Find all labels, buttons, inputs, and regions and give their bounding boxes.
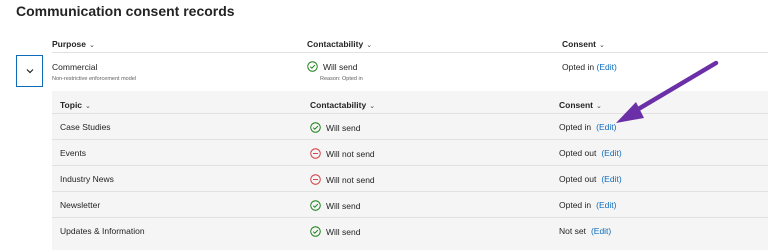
table-row[interactable]: Newsletter Will send Opted in (Edit) [52, 191, 768, 217]
column-header-consent-label: Consent [562, 39, 596, 49]
sort-chevron-icon: ⌄ [599, 42, 605, 49]
column-header-purpose[interactable]: Purpose ⌄ [52, 39, 95, 49]
column-header-contactability-label: Contactability [310, 100, 367, 110]
topic-name: Updates & Information [60, 226, 145, 236]
edit-consent-link[interactable]: (Edit) [601, 174, 621, 184]
purpose-consent: Opted in (Edit) [562, 62, 617, 72]
topic-consent-status: Opted out [559, 148, 597, 158]
topic-contactability: Will send [310, 122, 360, 133]
topic-contactability-label: Will send [326, 226, 361, 237]
purpose-contactability-label: Will send [323, 61, 358, 72]
sort-chevron-icon: ⌄ [85, 103, 91, 110]
sort-chevron-icon: ⌄ [89, 42, 95, 49]
purpose-contactability: Will send [307, 61, 357, 72]
table-row[interactable]: Industry News Will not send Opted out (E… [52, 165, 768, 191]
column-header-topic[interactable]: Topic ⌄ [60, 100, 91, 110]
sort-chevron-icon: ⌄ [369, 103, 376, 110]
expand-row-button[interactable] [16, 55, 43, 87]
topic-contactability: Will not send [310, 148, 375, 159]
topic-contactability-label: Will send [326, 200, 361, 211]
column-header-contactability[interactable]: Contactability ⌄ [307, 39, 372, 49]
column-header-topic-label: Topic [60, 100, 83, 110]
topic-consent: Opted out (Edit) [559, 174, 622, 184]
topic-name: Newsletter [60, 200, 101, 210]
page-title: Communication consent records [16, 3, 235, 19]
table-row[interactable]: Events Will not send Opted out (Edit) [52, 139, 768, 165]
topic-consent: Not set (Edit) [559, 226, 611, 236]
minus-circle-icon [310, 148, 321, 159]
edit-consent-link[interactable]: (Edit) [597, 62, 617, 72]
column-header-contactability[interactable]: Contactability ⌄ [310, 100, 375, 110]
topic-contactability: Will send [310, 226, 360, 237]
chevron-down-icon [26, 69, 33, 74]
topic-consent-status: Not set [559, 226, 586, 236]
topic-consent-status: Opted in [559, 200, 592, 210]
topic-contactability: Will not send [310, 174, 375, 185]
sort-chevron-icon: ⌄ [366, 42, 373, 49]
edit-consent-link[interactable]: (Edit) [596, 122, 616, 132]
edit-consent-link[interactable]: (Edit) [591, 226, 611, 236]
table-row[interactable]: Updates & Information Will send Not set … [52, 217, 768, 243]
topic-consent: Opted in (Edit) [559, 200, 616, 210]
topic-consent: Opted in (Edit) [559, 122, 616, 132]
topic-name: Industry News [60, 174, 114, 184]
topic-consent: Opted out (Edit) [559, 148, 622, 158]
check-circle-icon [310, 122, 321, 133]
column-header-consent-label: Consent [559, 100, 593, 110]
purpose-name: Commercial [52, 62, 98, 72]
column-header-contactability-label: Contactability [307, 39, 364, 49]
topic-consent-status: Opted out [559, 174, 597, 184]
check-circle-icon [310, 200, 321, 211]
topic-name: Events [60, 148, 86, 158]
topic-contactability-label: Will not send [326, 174, 375, 185]
column-header-consent[interactable]: Consent ⌄ [559, 100, 602, 110]
topic-contactability-label: Will send [326, 122, 361, 133]
topic-name: Case Studies [60, 122, 111, 132]
sort-chevron-icon: ⌄ [596, 103, 602, 110]
column-header-consent[interactable]: Consent ⌄ [562, 39, 605, 49]
topics-panel: Topic ⌄ Contactability ⌄ Consent ⌄ Case Stu… [52, 91, 768, 250]
purpose-subtitle: Non-restrictive enforcement model [52, 76, 137, 82]
purpose-reason: Reason: Opted in [320, 76, 363, 82]
edit-consent-link[interactable]: (Edit) [596, 200, 616, 210]
header-divider [52, 52, 768, 53]
topic-contactability-label: Will not send [326, 148, 375, 159]
purpose-consent-status: Opted in [562, 62, 595, 72]
table-row[interactable]: Case Studies Will send Opted in (Edit) [52, 113, 768, 139]
edit-consent-link[interactable]: (Edit) [601, 148, 621, 158]
check-circle-icon [310, 226, 321, 237]
check-circle-icon [307, 61, 318, 72]
topic-consent-status: Opted in [559, 122, 592, 132]
column-header-purpose-label: Purpose [52, 39, 87, 49]
topic-contactability: Will send [310, 200, 360, 211]
minus-circle-icon [310, 174, 321, 185]
